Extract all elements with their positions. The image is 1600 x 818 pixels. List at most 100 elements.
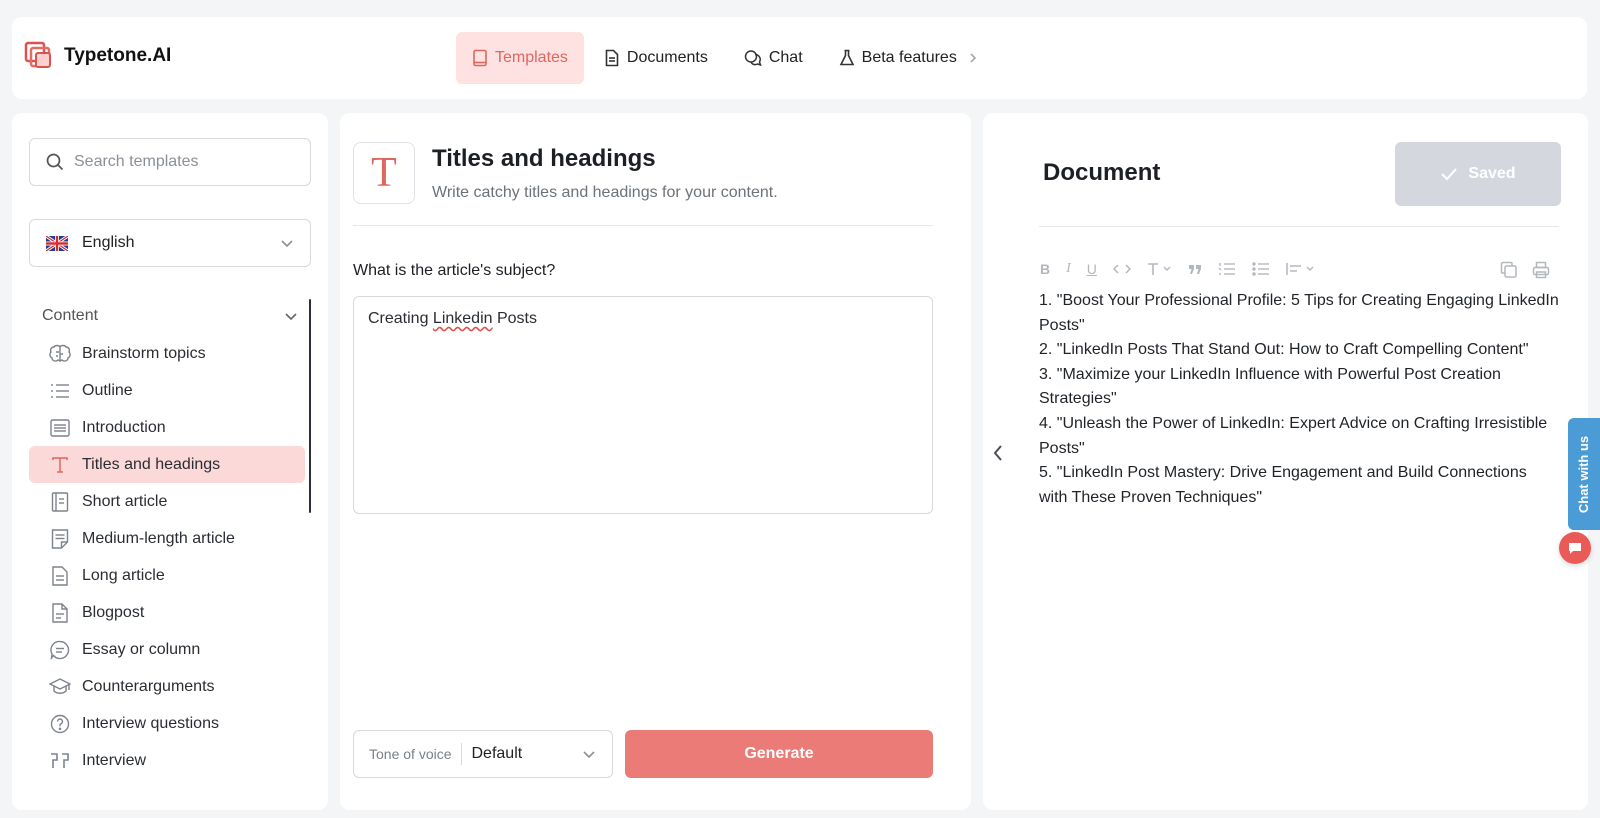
template-item-interview[interactable]: Interview (29, 742, 305, 779)
language-label: English (82, 234, 135, 251)
subject-question-label: What is the article's subject? (353, 262, 556, 279)
templates-sidebar: English Content Brainstorm topics Outlin… (12, 113, 328, 810)
tone-of-voice-label: Tone of voice (369, 743, 462, 765)
tone-of-voice-value: Default (471, 745, 523, 762)
template-list: Brainstorm topics Outline Introduction T… (29, 335, 305, 779)
template-item-counterarguments[interactable]: Counterarguments (29, 668, 305, 705)
category-content-toggle[interactable]: Content (29, 301, 311, 331)
nav-beta-features-label: Beta features (861, 49, 957, 66)
copy-icon[interactable] (1500, 261, 1518, 279)
long-article-icon (49, 565, 71, 587)
nav-documents-label: Documents (626, 49, 708, 66)
subject-text-after: Posts (492, 310, 537, 327)
nav-templates[interactable]: Templates (456, 32, 584, 84)
chevron-left-icon[interactable] (991, 443, 1005, 463)
nav-chat-label: Chat (768, 49, 803, 66)
chat-bubble-icon[interactable] (1559, 532, 1591, 564)
bullet-list-icon[interactable] (1252, 258, 1270, 280)
template-item-brainstorm-topics[interactable]: Brainstorm topics (29, 335, 305, 372)
template-form-panel: T Titles and headings Write catchy title… (340, 113, 971, 810)
quote-icon (49, 750, 71, 772)
blockquote-icon[interactable] (1188, 258, 1202, 280)
short-article-icon (49, 491, 71, 513)
nav-chat[interactable]: Chat (728, 32, 819, 84)
typetone-logo-icon (24, 41, 54, 71)
template-item-outline[interactable]: Outline (29, 372, 305, 409)
brand-name: Typetone.AI (64, 45, 172, 66)
italic-icon[interactable]: I (1066, 258, 1071, 280)
title-t-icon (49, 454, 71, 476)
subject-text-misspelled: Linkedin (432, 310, 493, 327)
flask-icon (839, 49, 855, 67)
template-item-introduction[interactable]: Introduction (29, 409, 305, 446)
brain-icon (49, 343, 71, 365)
blogpost-icon (49, 602, 71, 624)
saved-button[interactable]: Saved (1395, 142, 1561, 206)
document-icon (604, 49, 620, 67)
chevron-down-icon (582, 749, 596, 759)
text-style-icon[interactable] (1147, 258, 1172, 280)
template-item-label: Essay or column (82, 640, 201, 658)
template-title: Titles and headings (432, 145, 656, 172)
document-content[interactable]: 1. "Boost Your Professional Profile: 5 T… (1039, 289, 1559, 510)
template-item-label: Medium-length article (82, 529, 235, 547)
subject-text-before: Creating (368, 310, 433, 327)
template-item-label: Introduction (82, 418, 166, 436)
category-label: Content (42, 307, 99, 324)
scrollbar[interactable] (309, 299, 311, 513)
template-item-short-article[interactable]: Short article (29, 483, 305, 520)
template-item-label: Brainstorm topics (82, 344, 206, 362)
template-item-label: Short article (82, 492, 168, 510)
editor-actions (1500, 261, 1550, 279)
chevron-down-icon (280, 238, 294, 248)
document-line: 4. "Unleash the Power of LinkedIn: Exper… (1039, 414, 1548, 457)
template-item-label: Interview (82, 751, 147, 769)
text-block-icon (49, 417, 71, 439)
document-title: Document (1043, 159, 1161, 186)
uk-flag-icon (46, 235, 68, 251)
chevron-right-icon (968, 52, 978, 64)
underline-icon[interactable]: U (1087, 258, 1097, 280)
chat-with-us-tab[interactable]: Chat with us (1568, 418, 1600, 530)
print-icon[interactable] (1532, 261, 1550, 279)
template-item-blogpost[interactable]: Blogpost (29, 594, 305, 631)
template-subtitle: Write catchy titles and headings for you… (432, 184, 778, 201)
tone-of-voice-select[interactable]: Tone of voice Default (353, 730, 613, 778)
list-icon (49, 380, 71, 402)
essay-icon (49, 639, 71, 661)
nav-documents[interactable]: Documents (588, 32, 724, 84)
template-item-medium-length-article[interactable]: Medium-length article (29, 520, 305, 557)
checkmark-icon (1440, 167, 1458, 181)
template-item-titles-and-headings[interactable]: Titles and headings (29, 446, 305, 483)
align-icon[interactable] (1286, 258, 1315, 280)
search-input[interactable] (74, 153, 294, 171)
language-select[interactable]: English (29, 219, 311, 267)
template-item-label: Outline (82, 381, 133, 399)
code-icon[interactable] (1112, 258, 1131, 280)
bold-icon[interactable]: B (1040, 258, 1050, 280)
document-line: 2. "LinkedIn Posts That Stand Out: How t… (1039, 341, 1529, 359)
divider (1039, 226, 1559, 227)
graduation-cap-icon (49, 676, 71, 698)
template-item-interview-questions[interactable]: Interview questions (29, 705, 305, 742)
brand[interactable]: Typetone.AI (24, 41, 171, 71)
book-icon (472, 49, 488, 67)
template-icon-letter: T (371, 150, 397, 196)
generate-button[interactable]: Generate (625, 730, 933, 778)
medium-article-icon (49, 528, 71, 550)
template-title-icon: T (353, 142, 415, 204)
template-item-label: Interview questions (82, 714, 219, 732)
top-navigation-bar: Typetone.AI Templates Documents Chat Bet… (12, 17, 1587, 99)
chat-with-us-label: Chat with us (1576, 435, 1592, 513)
search-icon (46, 153, 64, 171)
document-panel: Document Saved B I U 1. "Boost Your Prof… (983, 113, 1588, 810)
document-line: 3. "Maximize your LinkedIn Influence wit… (1039, 365, 1501, 408)
template-item-label: Long article (82, 566, 165, 584)
ordered-list-icon[interactable] (1218, 258, 1236, 280)
template-item-long-article[interactable]: Long article (29, 557, 305, 594)
search-box[interactable] (29, 138, 311, 186)
chat-icon (744, 49, 762, 67)
nav-beta-features[interactable]: Beta features (823, 32, 994, 84)
template-item-essay-or-column[interactable]: Essay or column (29, 631, 305, 668)
subject-textarea[interactable]: Creating Linkedin Posts (353, 296, 933, 514)
